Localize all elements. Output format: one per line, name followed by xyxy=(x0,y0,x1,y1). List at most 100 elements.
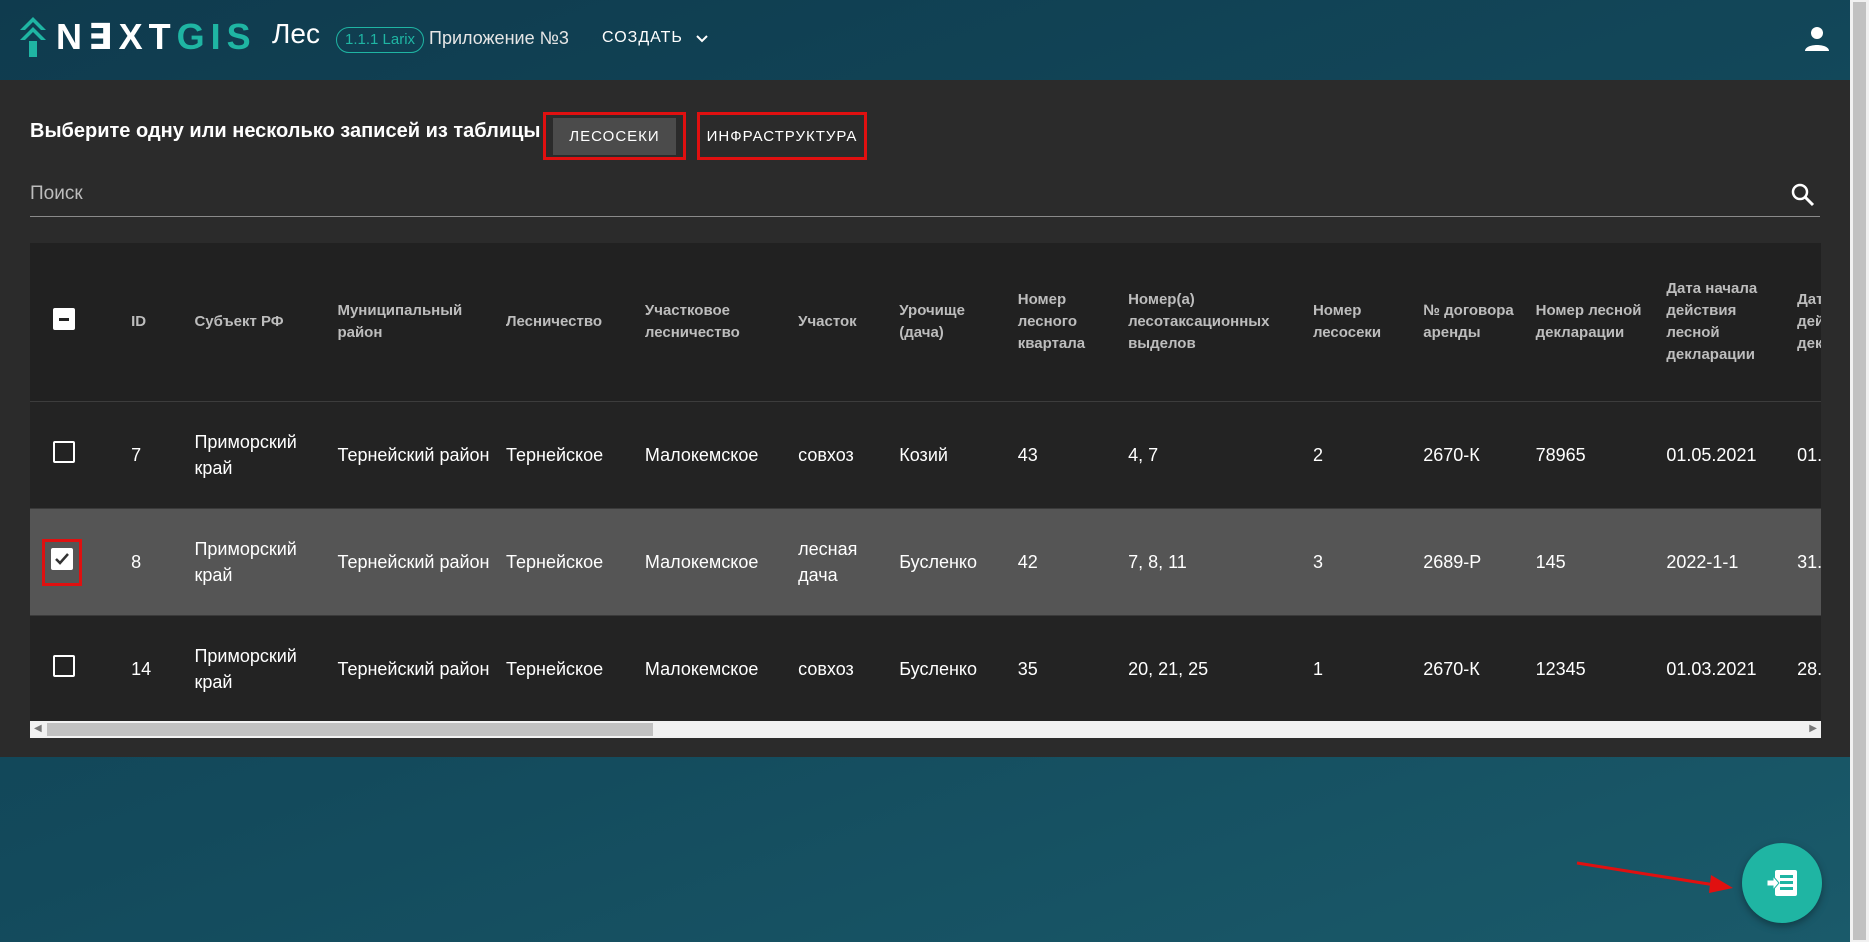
column-header[interactable]: № договора аренды xyxy=(1423,243,1536,402)
table-cell: Приморский край xyxy=(194,401,338,509)
table-cell: Малокемское xyxy=(644,615,799,723)
column-header[interactable]: Участковое лесничество xyxy=(644,243,799,402)
table-cell: 31.12.20 xyxy=(1797,508,1821,616)
column-header[interactable]: Дата окончан действи лесной деклара xyxy=(1797,243,1821,402)
tab-lesoseki[interactable]: ЛЕСОСЕКИ xyxy=(543,112,686,160)
records-table: ID Субъект РФ Муниципальный район Леснич… xyxy=(30,243,1821,736)
column-header[interactable]: Урочище (дача) xyxy=(899,243,1018,402)
checkmark-icon xyxy=(55,552,69,565)
scrollbar-thumb[interactable] xyxy=(47,723,653,736)
table-cell: Приморский край xyxy=(194,615,338,723)
app-title: Приложение №3 xyxy=(429,28,569,48)
table-import-icon xyxy=(1767,870,1797,896)
column-header[interactable]: Номер(а) лесотаксационных выделов xyxy=(1128,243,1313,402)
table-cell: Тернейский район xyxy=(337,615,506,723)
annotation-arrow-icon xyxy=(1576,861,1733,893)
row-checkbox[interactable] xyxy=(51,547,73,570)
table-cell: 2689-Р xyxy=(1423,508,1536,616)
search-field xyxy=(30,172,1820,217)
vertical-scrollbar[interactable] xyxy=(1850,0,1869,942)
table-row-selected[interactable]: 8 Приморский край Тернейский район Терне… xyxy=(30,508,1821,616)
table-header-row: ID Субъект РФ Муниципальный район Леснич… xyxy=(30,243,1821,402)
column-header[interactable]: Муниципальный район xyxy=(337,243,506,402)
table-cell: 78965 xyxy=(1535,401,1667,509)
table-cell: совхоз xyxy=(798,401,900,509)
table-cell: 35 xyxy=(1017,615,1129,723)
table-cell: 1 xyxy=(1312,615,1424,723)
app-name: Лес xyxy=(272,18,320,49)
tab-lesoseki-label: ЛЕСОСЕКИ xyxy=(553,117,676,155)
search-input[interactable] xyxy=(30,172,1760,216)
column-header[interactable]: Субъект РФ xyxy=(194,243,338,402)
table-cell: Тернейское xyxy=(506,401,645,509)
table-cell: Козий xyxy=(899,401,1018,509)
table-cell: Малокемское xyxy=(644,401,799,509)
column-header[interactable]: Номер лесной декларации xyxy=(1535,243,1667,402)
tab-infrastructure-label: ИНФРАСТРУКТУРА xyxy=(706,127,858,145)
table-cell: Тернейский район xyxy=(337,401,506,509)
create-label: СОЗДАТЬ xyxy=(602,29,683,46)
row-select-cell xyxy=(30,508,132,616)
tab-infrastructure[interactable]: ИНФРАСТРУКТУРА xyxy=(697,112,867,160)
table-cell: Бусленко xyxy=(899,615,1018,723)
row-select-cell xyxy=(30,615,132,723)
column-header[interactable]: Номер лесосеки xyxy=(1312,243,1424,402)
scroll-left-icon[interactable]: ◀ xyxy=(34,723,42,734)
horizontal-scrollbar[interactable]: ◀ ▶ xyxy=(30,721,1821,738)
import-records-fab[interactable] xyxy=(1742,843,1822,923)
table-cell: Бусленко xyxy=(899,508,1018,616)
selection-panel: Выберите одну или несколько записей из т… xyxy=(0,80,1850,757)
scrollbar-thumb[interactable] xyxy=(1853,2,1866,940)
table-cell: 2 xyxy=(1312,401,1424,509)
chevron-down-icon xyxy=(696,35,708,43)
row-select-cell xyxy=(30,401,132,509)
table-cell: 42 xyxy=(1017,508,1129,616)
version-badge: 1.1.1 Larix xyxy=(336,27,425,53)
column-header[interactable]: Лесничество xyxy=(506,243,645,402)
table-cell: лесная дача xyxy=(798,508,900,616)
table-cell: 2022-1-1 xyxy=(1666,508,1798,616)
table-cell: 20, 21, 25 xyxy=(1128,615,1313,723)
row-checkbox[interactable] xyxy=(53,440,75,463)
checkbox-highlight xyxy=(42,538,82,586)
table-cell: 28.02.20 xyxy=(1797,615,1821,723)
brand-name: N∃XTGIS xyxy=(56,17,257,57)
table-cell: 7, 8, 11 xyxy=(1128,508,1313,616)
select-all-cell xyxy=(30,243,132,402)
table-cell: 01.05.20 xyxy=(1797,401,1821,509)
table-cell: Малокемское xyxy=(644,508,799,616)
table-row[interactable]: 14 Приморский край Тернейский район Терн… xyxy=(30,615,1821,723)
column-header[interactable]: Номер лесного квартала xyxy=(1017,243,1129,402)
column-header[interactable]: ID xyxy=(131,243,195,402)
table-row[interactable]: 7 Приморский край Тернейский район Терне… xyxy=(30,401,1821,509)
table-cell: 145 xyxy=(1535,508,1667,616)
table-cell: 3 xyxy=(1312,508,1424,616)
table-cell: 2670-К xyxy=(1423,615,1536,723)
column-header[interactable]: Участок xyxy=(798,243,900,402)
table-cell: 7 xyxy=(131,401,195,509)
column-header[interactable]: Дата начала действия лесной декларации xyxy=(1666,243,1798,402)
top-app-bar: N∃XTGIS Лес 1.1.1 Larix Приложение №3 СО… xyxy=(0,0,1850,80)
table-cell: 4, 7 xyxy=(1128,401,1313,509)
table-cell: 2670-К xyxy=(1423,401,1536,509)
scroll-right-icon[interactable]: ▶ xyxy=(1809,723,1817,734)
table-cell: 01.05.2021 xyxy=(1666,401,1798,509)
table-cell: Приморский край xyxy=(194,508,338,616)
panel-heading: Выберите одну или несколько записей из т… xyxy=(30,120,541,142)
table-cell: 12345 xyxy=(1535,615,1667,723)
table-cell: совхоз xyxy=(798,615,900,723)
table-cell: 43 xyxy=(1017,401,1129,509)
account-icon[interactable] xyxy=(1802,24,1832,54)
brand-gis: GIS xyxy=(176,16,257,57)
table-cell: 14 xyxy=(131,615,195,723)
nextgis-logo[interactable]: N∃XTGIS xyxy=(20,17,257,57)
nextgis-logo-icon xyxy=(20,17,46,57)
brand-next: N∃XT xyxy=(56,16,177,57)
search-icon[interactable] xyxy=(1790,182,1816,208)
select-all-checkbox[interactable] xyxy=(53,307,75,330)
table-cell: Тернейское xyxy=(506,508,645,616)
table-cell: 01.03.2021 xyxy=(1666,615,1798,723)
create-menu-button[interactable]: СОЗДАТЬ xyxy=(602,29,709,47)
row-checkbox[interactable] xyxy=(53,654,75,677)
table-cell: Тернейский район xyxy=(337,508,506,616)
